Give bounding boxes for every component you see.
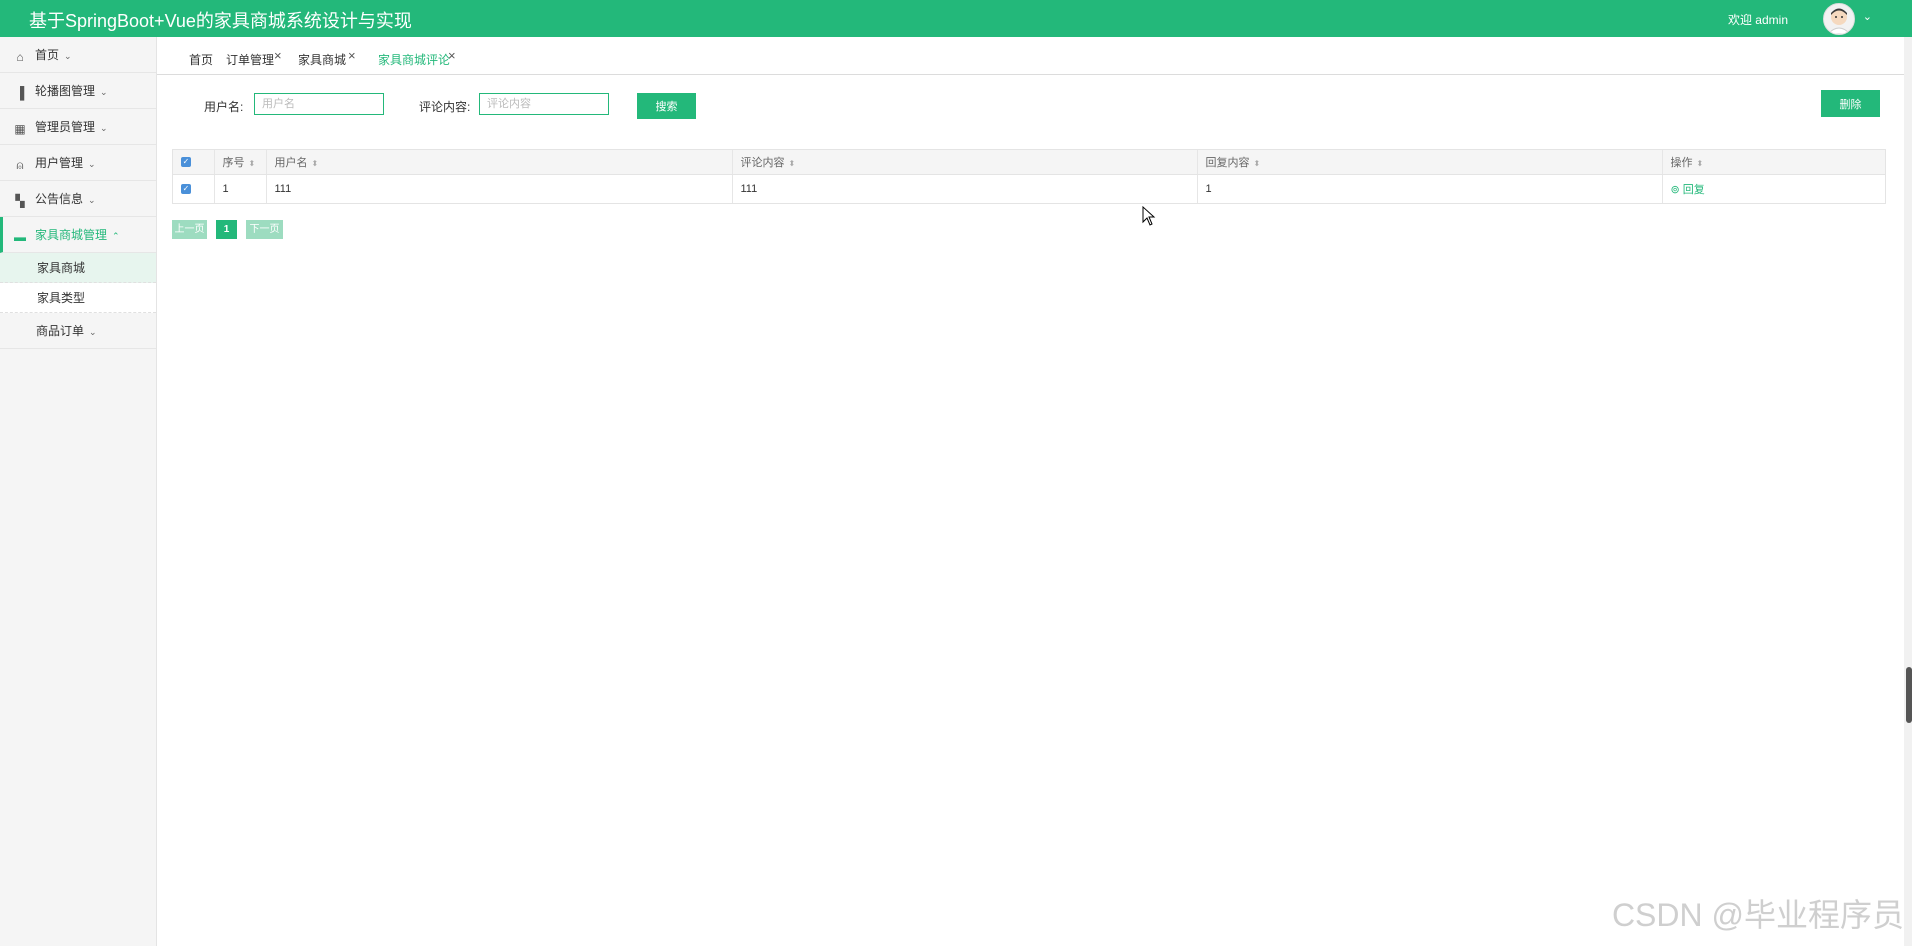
column-header-comment[interactable]: 评论内容 ⬍ (732, 150, 1198, 175)
close-icon[interactable]: × (274, 48, 282, 63)
chevron-up-icon: ⌃ (112, 231, 120, 241)
top-bar: 基于SpringBoot+Vue的家具商城系统设计与实现 欢迎 admin ⌄ (0, 0, 1912, 37)
grid-icon: ▦ (14, 122, 26, 136)
app-title: 基于SpringBoot+Vue的家具商城系统设计与实现 (29, 11, 412, 31)
sidebar-item-label: 家具商城管理 (35, 228, 108, 242)
row-checkbox[interactable]: ✓ (181, 184, 191, 195)
reply-icon: ⊚ (1670, 184, 1680, 196)
delete-button[interactable]: 删除 (1821, 90, 1880, 117)
row-select-cell[interactable]: ✓ (173, 174, 215, 203)
select-all-checkbox[interactable]: ✓ (181, 157, 191, 168)
cell-username: 111 (266, 174, 733, 203)
sidebar-item-label: 轮播图管理 (35, 84, 96, 98)
close-icon[interactable]: × (348, 48, 356, 63)
user-badge-icon: ⍝ (16, 158, 24, 172)
sidebar-item-banner[interactable]: ▐ 轮播图管理 ⌄ (0, 73, 156, 109)
sidebar-item-admin[interactable]: ▦ 管理员管理 ⌄ (0, 109, 156, 145)
column-header-reply[interactable]: 回复内容 ⬍ (1197, 150, 1663, 175)
sidebar-item-home[interactable]: ⌂ 首页 ⌄ (0, 37, 156, 73)
cell-index: 1 (214, 174, 267, 203)
sidebar-subitem-furniture-mall[interactable]: 家具商城 (0, 253, 156, 283)
select-all-cell[interactable]: ✓ (173, 150, 215, 175)
chevron-down-icon: ⌄ (64, 51, 72, 61)
watermark: CSDN @毕业程序员 (1611, 897, 1904, 933)
scrollbar[interactable] (1904, 37, 1912, 946)
tab-furniture-comments[interactable]: 家具商城评论 (378, 51, 450, 68)
user-avatar[interactable] (1823, 3, 1855, 35)
sidebar-item-label: 首页 (35, 48, 60, 62)
username-label: 用户名: (204, 100, 244, 114)
chevron-down-icon: ⌄ (89, 327, 97, 337)
reply-button[interactable]: ⊚ 回复 (1671, 184, 1705, 196)
column-header-username[interactable]: 用户名 ⬍ (266, 150, 733, 175)
sidebar-item-label: 公告信息 (35, 192, 84, 206)
next-page-button[interactable]: 下一页 (246, 220, 283, 239)
sidebar: ⌂ 首页 ⌄ ▐ 轮播图管理 ⌄ ▦ 管理员管理 ⌄ ⍝ 用户管理 ⌄ ▚ 公告信息 ⌄ ▬ 家具商城… (0, 37, 157, 946)
columns-icon: ▐ (15, 86, 25, 100)
sidebar-item-label: 用户管理 (35, 156, 84, 170)
chevron-down-icon: ⌄ (88, 195, 96, 205)
sidebar-item-notices[interactable]: ▚ 公告信息 ⌄ (0, 181, 156, 217)
box-icon: ▬ (14, 230, 26, 244)
sort-icon[interactable]: ⬍ (789, 159, 796, 168)
close-icon[interactable]: × (448, 48, 456, 63)
table-row: ✓ 1 111 111 1 ⊚ 回复 (173, 174, 1885, 204)
scrollbar-thumb[interactable] (1906, 667, 1912, 723)
prev-page-button[interactable]: 上一页 (172, 220, 207, 239)
sort-icon[interactable]: ⬍ (249, 159, 256, 168)
column-header-actions[interactable]: 操作 ⬍ (1662, 150, 1885, 175)
comment-label: 评论内容: (419, 100, 471, 114)
column-header-index[interactable]: 序号 ⬍ (214, 150, 267, 175)
tab-bar: 首页 订单管理 × 家具商城 × 家具商城评论 × (157, 37, 1904, 75)
search-button[interactable]: 搜索 (637, 93, 696, 119)
chevron-down-icon: ⌄ (100, 123, 108, 133)
sort-icon[interactable]: ⬍ (1254, 159, 1261, 168)
sidebar-item-label: 商品订单 (36, 324, 85, 338)
tab-furniture-mall[interactable]: 家具商城 (298, 51, 346, 68)
welcome-text: 欢迎 admin (1727, 13, 1788, 27)
cell-reply: 1 (1197, 174, 1663, 203)
page-number-1[interactable]: 1 (216, 220, 237, 239)
dashboard-icon: ▚ (15, 194, 25, 208)
mouse-cursor-icon (1142, 205, 1156, 229)
table-header-row: ✓ 序号 ⬍ 用户名 ⬍ 评论内容 ⬍ 回复内容 ⬍ 操作 ⬍ (173, 150, 1885, 175)
sidebar-subitem-furniture-type[interactable]: 家具类型 (0, 283, 156, 313)
tab-home[interactable]: 首页 (189, 51, 213, 68)
tab-order-management[interactable]: 订单管理 (226, 51, 274, 68)
chevron-down-icon: ⌄ (88, 159, 96, 169)
cell-actions: ⊚ 回复 (1662, 175, 1885, 204)
home-icon: ⌂ (16, 50, 24, 64)
chevron-down-icon: ⌄ (100, 87, 108, 97)
sidebar-item-furniture-mall[interactable]: ▬ 家具商城管理 ⌃ (0, 217, 156, 253)
chevron-down-icon[interactable]: ⌄ (1863, 10, 1872, 23)
sidebar-item-orders[interactable]: 商品订单 ⌄ (0, 313, 156, 349)
sidebar-item-users[interactable]: ⍝ 用户管理 ⌄ (0, 145, 156, 181)
sort-icon[interactable]: ⬍ (1697, 159, 1704, 168)
sidebar-item-label: 管理员管理 (35, 120, 96, 134)
sort-icon[interactable]: ⬍ (312, 159, 319, 168)
cell-comment: 111 (732, 174, 1198, 203)
username-search-input[interactable] (254, 93, 384, 115)
comment-search-input[interactable] (479, 93, 609, 115)
comments-table: ✓ 序号 ⬍ 用户名 ⬍ 评论内容 ⬍ 回复内容 ⬍ 操作 ⬍ ✓ 1 111 111 1… (172, 149, 1886, 204)
